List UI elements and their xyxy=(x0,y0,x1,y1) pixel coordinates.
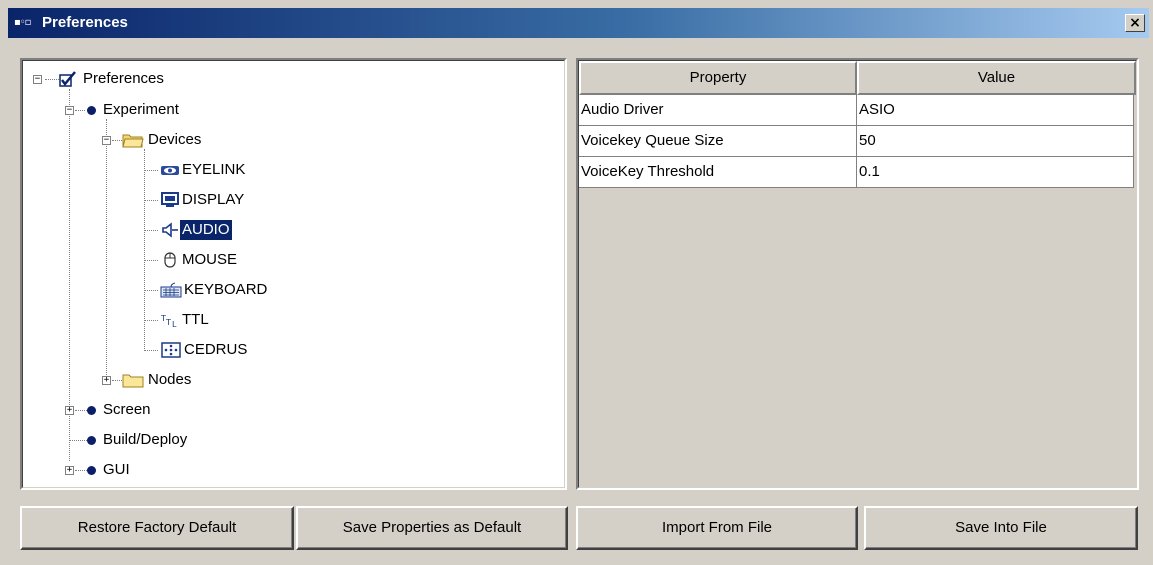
tree-label: Devices xyxy=(148,131,202,148)
tree-label: Nodes xyxy=(148,371,192,388)
keyboard-icon xyxy=(160,282,182,298)
tree-label: Experiment xyxy=(103,101,179,118)
property-name-cell: Voicekey Queue Size xyxy=(579,126,857,157)
collapse-toggle[interactable]: − xyxy=(33,75,42,84)
tree-connector xyxy=(112,140,122,141)
tree-connector xyxy=(144,260,158,261)
tree-label: Screen xyxy=(103,401,151,418)
bullet-icon xyxy=(87,106,96,115)
close-button[interactable]: × xyxy=(1125,14,1145,32)
checkbox-icon xyxy=(59,71,76,87)
import-from-file-button[interactable]: Import From File xyxy=(576,506,858,550)
tree-connector xyxy=(144,350,158,351)
property-value-cell[interactable]: 0.1 xyxy=(857,157,1134,188)
save-properties-as-default-button[interactable]: Save Properties as Default xyxy=(296,506,568,550)
folder-icon xyxy=(122,374,144,388)
bullet-icon xyxy=(87,466,96,475)
expand-toggle[interactable]: + xyxy=(102,376,111,385)
eyelink-icon xyxy=(161,166,179,175)
speaker-icon xyxy=(162,222,178,238)
property-value-cell[interactable]: ASIO xyxy=(857,95,1134,126)
tree-label: MOUSE xyxy=(182,251,238,268)
preferences-tree[interactable]: − Preferences − Experiment − Devices EYE… xyxy=(22,60,565,488)
tree-label-selected: AUDIO xyxy=(180,220,232,240)
tree-label: EYELINK xyxy=(182,161,246,178)
ttl-icon: T T L xyxy=(160,314,177,328)
tree-label: KEYBOARD xyxy=(184,281,268,298)
tree-connector xyxy=(144,320,158,321)
collapse-toggle[interactable]: − xyxy=(65,106,74,115)
tree-connector xyxy=(144,170,158,171)
monitor-icon xyxy=(161,192,179,207)
svg-text:L: L xyxy=(172,320,177,328)
column-header-property[interactable]: Property xyxy=(579,61,857,95)
preferences-window: ▪◦▫ Preferences × − Preferences − Experi… xyxy=(0,0,1153,565)
tree-label: TTL xyxy=(182,311,209,328)
tree-label: CEDRUS xyxy=(184,341,248,358)
tree-connector xyxy=(75,110,85,111)
svg-text:T: T xyxy=(165,318,171,327)
tree-label: DISPLAY xyxy=(182,191,245,208)
tree-connector xyxy=(106,119,107,381)
tree-connector xyxy=(144,290,158,291)
property-value-cell[interactable]: 50 xyxy=(857,126,1134,157)
property-table: Property Value Audio Driver ASIO Voiceke… xyxy=(578,60,1137,488)
column-header-value[interactable]: Value xyxy=(857,61,1136,95)
folder-open-icon xyxy=(122,134,144,148)
tree-label: Preferences xyxy=(83,70,164,87)
collapse-toggle[interactable]: − xyxy=(102,136,111,145)
tree-label: GUI xyxy=(103,461,130,478)
property-grid-panel: Property Value Audio Driver ASIO Voiceke… xyxy=(576,58,1139,490)
tree-connector xyxy=(144,200,158,201)
tree-connector xyxy=(112,380,122,381)
property-name-cell: Audio Driver xyxy=(579,95,857,126)
restore-factory-default-button[interactable]: Restore Factory Default xyxy=(20,506,294,550)
expand-toggle[interactable]: + xyxy=(65,406,74,415)
tree-connector xyxy=(144,230,158,231)
response-pad-icon xyxy=(161,342,181,358)
bullet-icon xyxy=(87,436,96,445)
save-into-file-button[interactable]: Save Into File xyxy=(864,506,1138,550)
expand-toggle[interactable]: + xyxy=(65,466,74,475)
tree-label: Build/Deploy xyxy=(103,431,188,448)
mouse-icon xyxy=(164,252,176,268)
window-title: Preferences xyxy=(42,14,128,31)
close-icon: × xyxy=(1129,15,1141,31)
window-icon: ▪◦▫ xyxy=(14,17,31,28)
tree-connector xyxy=(69,440,89,441)
property-name-cell: VoiceKey Threshold xyxy=(579,157,857,188)
title-bar[interactable]: ▪◦▫ Preferences × xyxy=(8,8,1149,38)
tree-panel: − Preferences − Experiment − Devices EYE… xyxy=(20,58,567,490)
bullet-icon xyxy=(87,406,96,415)
